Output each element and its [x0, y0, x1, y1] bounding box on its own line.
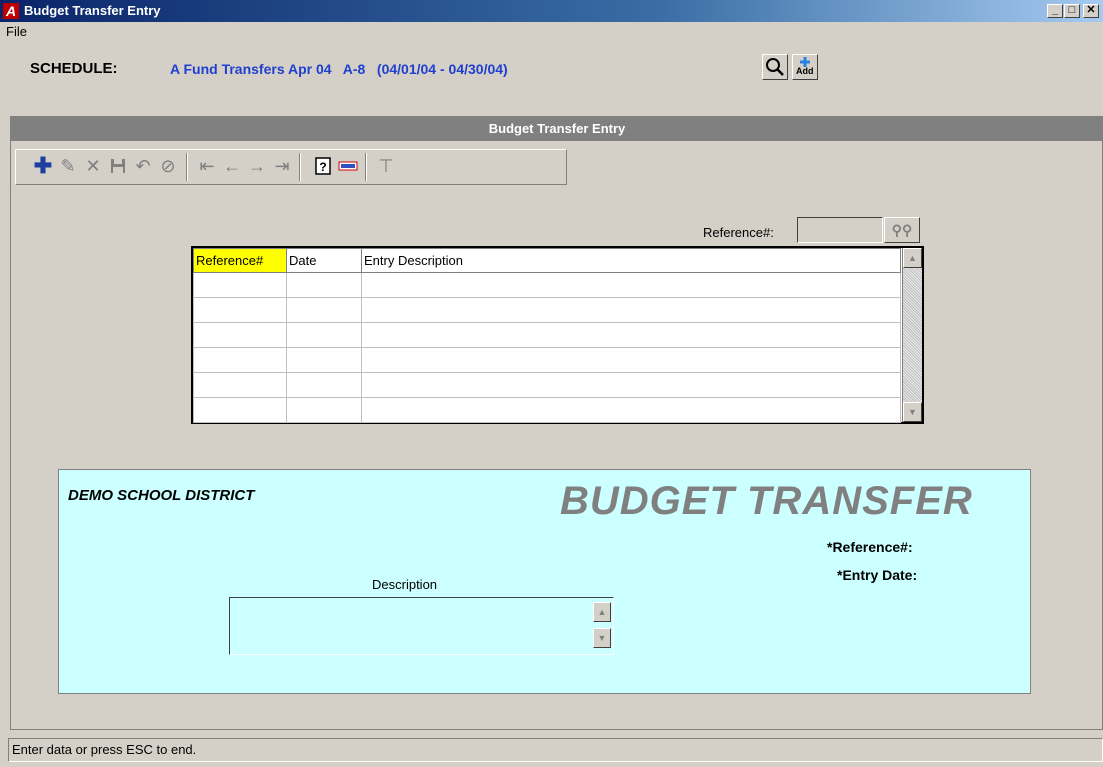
- arrow-down-icon: ▼: [597, 633, 607, 643]
- first-icon: ⇤: [199, 156, 215, 176]
- table-row[interactable]: [193, 347, 901, 373]
- calculator-button[interactable]: [337, 155, 359, 177]
- scroll-up-button[interactable]: ▲: [903, 248, 922, 268]
- arrow-up-icon: ▲: [597, 607, 607, 617]
- next-icon: →: [248, 156, 266, 176]
- delete-button[interactable]: ✕: [82, 155, 104, 177]
- edit-button[interactable]: ✎: [57, 155, 79, 177]
- cell-date[interactable]: [286, 397, 362, 423]
- minimize-button[interactable]: _: [1047, 4, 1063, 18]
- table-row[interactable]: [193, 272, 901, 298]
- svg-text:?: ?: [319, 160, 326, 174]
- schedule-label: SCHEDULE:: [30, 60, 118, 77]
- cell-reference[interactable]: [193, 322, 287, 348]
- window-title: Budget Transfer Entry: [24, 3, 161, 18]
- cell-date[interactable]: [286, 347, 362, 373]
- toolbar-separator: [186, 153, 188, 181]
- panel-title: Budget Transfer Entry: [11, 117, 1103, 141]
- cell-date[interactable]: [286, 372, 362, 398]
- help-button[interactable]: ?: [312, 155, 334, 177]
- previous-icon: ←: [223, 156, 241, 176]
- binoculars-icon: ⚲⚲: [891, 222, 913, 238]
- edit-icon: ✎: [60, 156, 76, 176]
- arrow-up-icon: ▲: [908, 253, 917, 263]
- cell-date[interactable]: [286, 272, 362, 298]
- add-button[interactable]: Add: [792, 54, 818, 80]
- cell-description[interactable]: [361, 297, 901, 323]
- maximize-button[interactable]: □: [1064, 4, 1080, 18]
- table-row[interactable]: [193, 397, 901, 423]
- add-button-label: Add: [796, 66, 814, 76]
- table-row[interactable]: [193, 297, 901, 323]
- scroll-down-button[interactable]: ▼: [903, 402, 922, 422]
- grid-header-row: Reference# Date Entry Description: [193, 248, 901, 273]
- column-header-entry-description[interactable]: Entry Description: [361, 248, 901, 273]
- last-icon: ⇥: [274, 156, 290, 176]
- table-row[interactable]: [193, 372, 901, 398]
- cell-description[interactable]: [361, 347, 901, 373]
- save-button[interactable]: [107, 155, 129, 177]
- filter-button[interactable]: ⊤: [375, 155, 397, 177]
- scroll-up-button[interactable]: ▲: [593, 602, 611, 622]
- entry-date-field-label: *Entry Date:: [837, 567, 918, 583]
- cancel-icon: ⊘: [160, 156, 176, 176]
- delete-icon: ✕: [85, 156, 101, 176]
- cancel-button[interactable]: ⊘: [157, 155, 179, 177]
- reference-search-input[interactable]: [797, 217, 883, 243]
- undo-button[interactable]: ↶: [132, 155, 154, 177]
- toolbar-separator: [365, 153, 367, 181]
- cell-description[interactable]: [361, 322, 901, 348]
- cell-reference[interactable]: [193, 372, 287, 398]
- grid-scrollbar[interactable]: ▲ ▼: [902, 248, 922, 422]
- cell-description[interactable]: [361, 372, 901, 398]
- column-header-date[interactable]: Date: [286, 248, 362, 273]
- search-button[interactable]: [762, 54, 788, 80]
- cell-reference[interactable]: [193, 297, 287, 323]
- cell-reference[interactable]: [193, 347, 287, 373]
- table-row[interactable]: [193, 322, 901, 348]
- find-button[interactable]: ⚲⚲: [884, 217, 920, 243]
- calculator-icon: [338, 161, 358, 171]
- filter-icon: ⊤: [378, 156, 394, 176]
- app-logo-icon: A: [3, 3, 19, 19]
- form-title: BUDGET TRANSFER: [560, 479, 973, 523]
- help-icon: ?: [315, 157, 331, 175]
- scroll-down-button[interactable]: ▼: [593, 628, 611, 648]
- first-record-button[interactable]: ⇤: [196, 155, 218, 177]
- menu-file-label: File: [6, 24, 27, 39]
- previous-record-button[interactable]: ←: [221, 155, 243, 177]
- cell-reference[interactable]: [193, 397, 287, 423]
- menu-file[interactable]: File: [6, 24, 27, 39]
- description-scrollbar[interactable]: ▲ ▼: [593, 602, 611, 652]
- cell-description[interactable]: [361, 272, 901, 298]
- undo-icon: ↶: [135, 156, 151, 176]
- magnifier-icon: [766, 58, 784, 76]
- description-text[interactable]: [232, 600, 587, 650]
- save-icon: [111, 159, 125, 173]
- description-label: Description: [372, 577, 438, 592]
- title-bar: [0, 0, 1103, 22]
- add-record-button[interactable]: ✚: [32, 155, 54, 177]
- schedule-value: A Fund Transfers Apr 04 A-8 (04/01/04 - …: [170, 61, 508, 77]
- district-name: DEMO SCHOOL DISTRICT: [68, 487, 255, 504]
- column-header-reference[interactable]: Reference#: [193, 248, 287, 273]
- cell-date[interactable]: [286, 297, 362, 323]
- arrow-down-icon: ▼: [908, 407, 917, 417]
- toolbar-separator: [299, 153, 301, 181]
- cell-description[interactable]: [361, 397, 901, 423]
- reference-field-label: *Reference#:: [827, 539, 913, 555]
- entries-grid: Reference# Date Entry Description ▲ ▼: [191, 246, 924, 424]
- close-button[interactable]: ✕: [1083, 4, 1099, 18]
- add-icon: ✚: [33, 153, 53, 178]
- description-field[interactable]: ▲ ▼: [229, 597, 614, 655]
- status-bar: Enter data or press ESC to end.: [8, 738, 1103, 762]
- cell-reference[interactable]: [193, 272, 287, 298]
- cell-date[interactable]: [286, 322, 362, 348]
- reference-search-label: Reference#:: [703, 225, 774, 240]
- last-record-button[interactable]: ⇥: [271, 155, 293, 177]
- next-record-button[interactable]: →: [246, 155, 268, 177]
